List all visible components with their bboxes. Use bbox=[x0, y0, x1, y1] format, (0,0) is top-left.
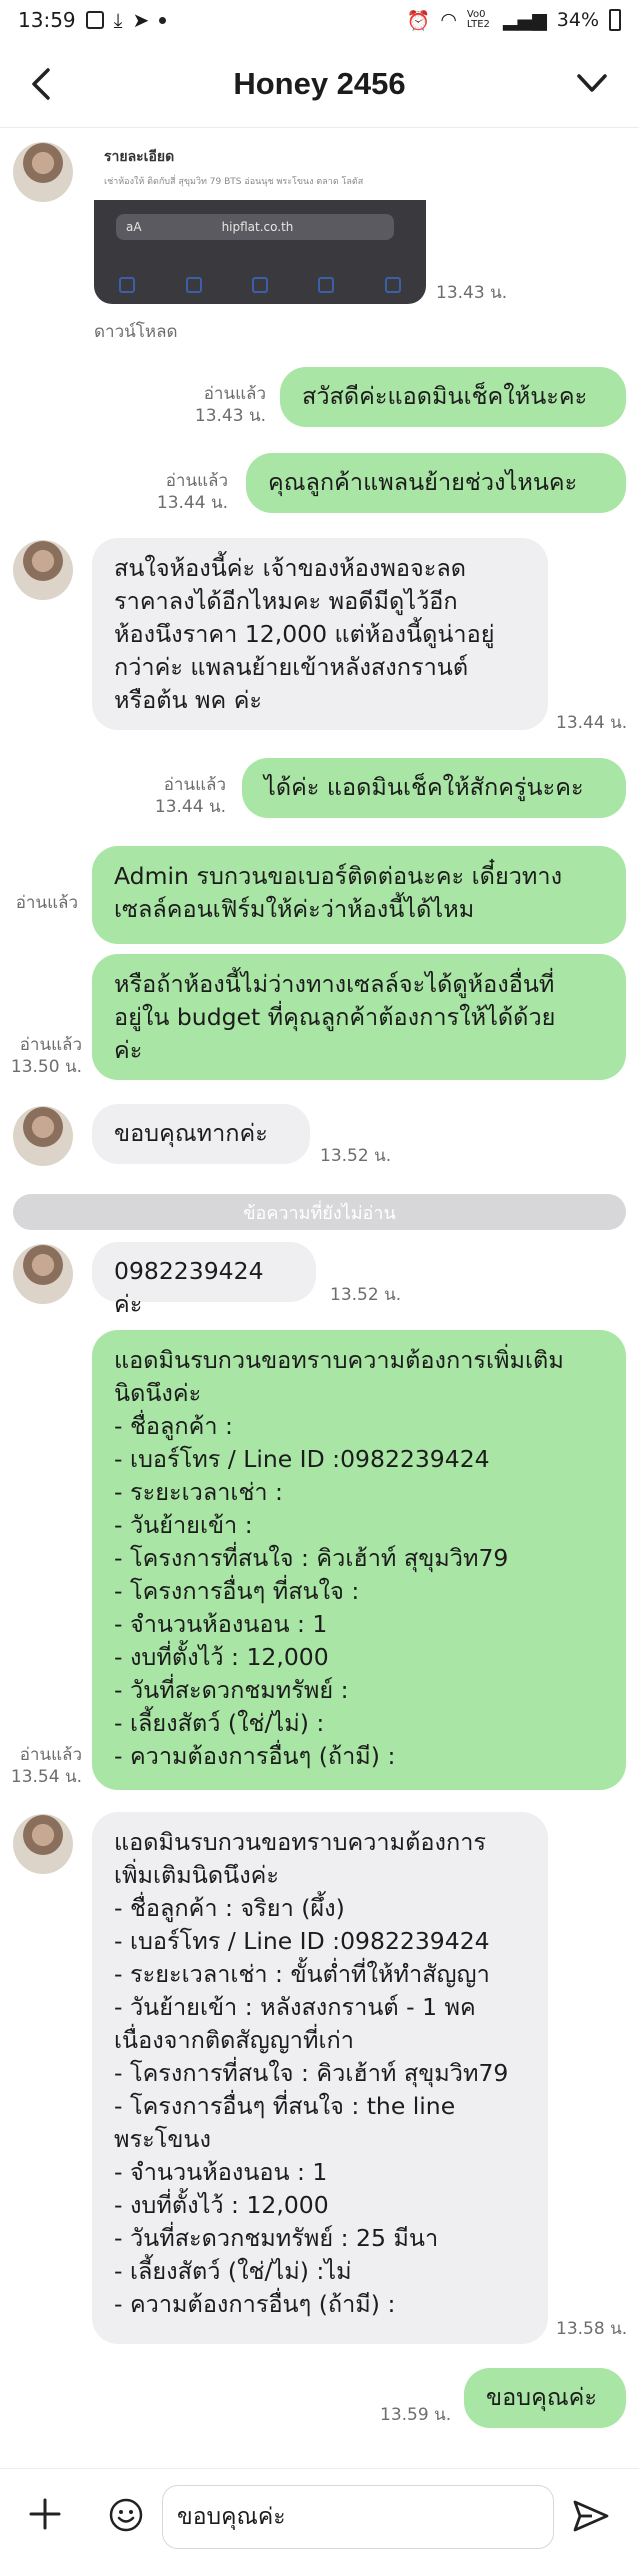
wifi-icon: ◠ bbox=[440, 9, 457, 31]
status-bar: 13:59 ⤓ ➤ ⏰ ◠ Vo0 LTE2 ▂▄▆ 34% bbox=[0, 0, 639, 40]
read-receipt: อ่านแล้ว 13.50 น. bbox=[10, 1035, 82, 1077]
read-receipt: อ่านแล้ว bbox=[15, 893, 78, 913]
message-bubble-outgoing[interactable]: สวัสดีค่ะแอดมินเช็คให้นะคะ bbox=[280, 367, 626, 427]
avatar[interactable] bbox=[13, 1244, 73, 1304]
battery-icon bbox=[609, 9, 621, 31]
read-receipt: อ่านแล้ว 13.44 น. bbox=[154, 775, 226, 817]
read-receipt: อ่านแล้ว 13.54 น. bbox=[10, 1745, 82, 1787]
read-receipt: อ่านแล้ว 13.44 น. bbox=[156, 471, 228, 513]
image-url: hipflat.co.th bbox=[221, 220, 294, 234]
message-bubble-incoming[interactable]: 0982239424 ค่ะ bbox=[92, 1242, 316, 1318]
image-message[interactable]: รายละเอียด เช่าห้องให้ ติดกับสี่ สุขุมวิ… bbox=[94, 140, 426, 304]
chat-title: Honey 2456 bbox=[233, 65, 406, 101]
message-bubble-outgoing[interactable]: ขอบคุณค่ะ bbox=[464, 2368, 626, 2428]
avatar[interactable] bbox=[13, 540, 73, 600]
message-time: 13.52 น. bbox=[330, 1285, 402, 1305]
avatar[interactable] bbox=[13, 142, 73, 202]
message-input-bar: ขอบคุณค่ะ bbox=[0, 2468, 639, 2562]
message-bubble-outgoing[interactable]: ได้ค่ะ แอดมินเช็คให้สักครู่นะคะ bbox=[242, 758, 626, 818]
back-arrow-icon[interactable] bbox=[28, 66, 58, 102]
image-url-bar: aA hipflat.co.th bbox=[116, 214, 394, 240]
notification-dot-icon bbox=[159, 16, 167, 24]
avatar[interactable] bbox=[13, 1814, 73, 1874]
download-status-icon: ⤓ bbox=[113, 8, 123, 32]
image-browser-nav bbox=[94, 270, 426, 300]
message-bubble-outgoing[interactable]: คุณลูกค้าแพลนย้ายช่วงไหนคะ bbox=[246, 453, 626, 513]
message-time: 13.44 น. bbox=[556, 713, 628, 733]
alarm-icon: ⏰ bbox=[406, 9, 431, 32]
message-bubble-incoming[interactable]: แอดมินรบกวนขอทราบความต้องการ เพิ่มเติมนิ… bbox=[92, 1812, 548, 2344]
message-bubble-outgoing[interactable]: Admin รบกวนขอเบอร์ติดต่อนะคะ เดี๋ยวทาง เ… bbox=[92, 846, 626, 944]
battery-level: 34% bbox=[556, 9, 599, 31]
message-bubble-outgoing[interactable]: แอดมินรบกวนขอทราบความต้องการเพิ่มเติม นิ… bbox=[92, 1330, 626, 1790]
image-doc-subtitle: เช่าห้องให้ ติดกับสี่ สุขุมวิท 79 BTS อ่… bbox=[104, 177, 364, 187]
read-receipt: อ่านแล้ว 13.43 น. bbox=[194, 384, 266, 426]
message-time: 13.58 น. bbox=[556, 2319, 628, 2339]
gallery-icon bbox=[85, 11, 104, 29]
plus-icon[interactable] bbox=[28, 2497, 62, 2531]
message-bubble-incoming[interactable]: ขอบคุณทากค่ะ bbox=[92, 1104, 310, 1164]
image-doc-title: รายละเอียด bbox=[104, 149, 175, 165]
message-time: 13.59 น. bbox=[380, 2405, 452, 2425]
send-status-icon: ➤ bbox=[132, 8, 150, 32]
message-bubble-outgoing[interactable]: หรือถ้าห้องนี้ไม่ว่างทางเซลล์จะได้ดูห้อง… bbox=[92, 954, 626, 1080]
unread-divider: ข้อความที่ยังไม่อ่าน bbox=[13, 1194, 626, 1230]
message-time: 13.43 น. bbox=[436, 283, 508, 303]
network-label: Vo0 LTE2 bbox=[466, 9, 490, 30]
download-link[interactable]: ดาวน์โหลด bbox=[94, 318, 178, 345]
status-time: 13:59 bbox=[18, 8, 76, 32]
message-bubble-incoming[interactable]: สนใจห้องนี้ค่ะ เจ้าของห้องพอจะลด ราคาลงไ… bbox=[92, 538, 548, 730]
image-document: รายละเอียด เช่าห้องให้ ติดกับสี่ สุขุมวิ… bbox=[94, 140, 426, 200]
signal-icon: ▂▄▆ bbox=[502, 9, 547, 31]
message-time: 13.52 น. bbox=[320, 1146, 392, 1166]
emoji-icon[interactable] bbox=[108, 2497, 144, 2533]
avatar[interactable] bbox=[13, 1106, 73, 1166]
message-input[interactable]: ขอบคุณค่ะ bbox=[162, 2485, 554, 2549]
image-phone-screen: aA hipflat.co.th bbox=[94, 200, 426, 304]
chevron-down-icon[interactable] bbox=[575, 68, 609, 98]
send-icon[interactable] bbox=[572, 2499, 610, 2533]
chat-header: Honey 2456 bbox=[0, 40, 639, 128]
